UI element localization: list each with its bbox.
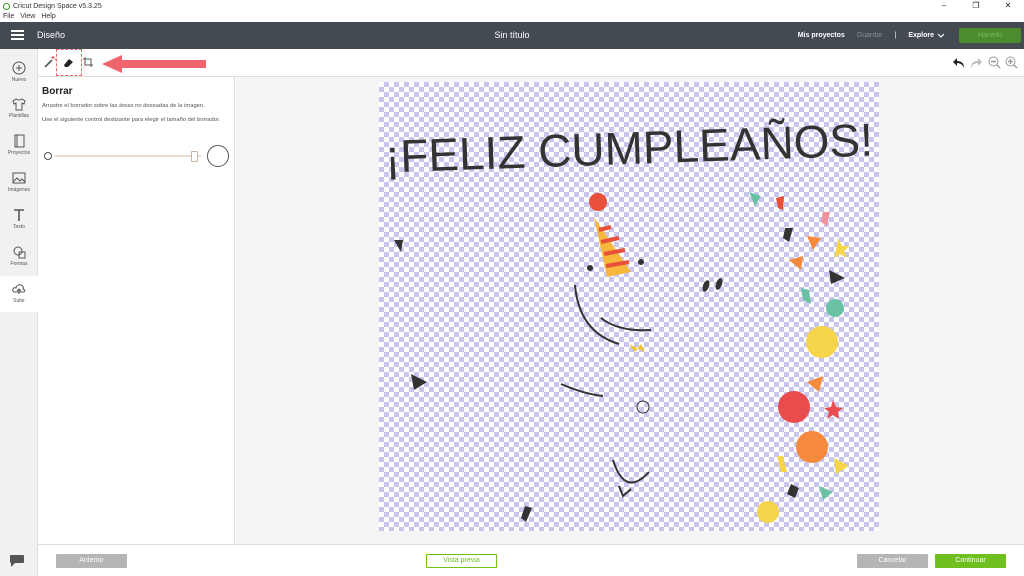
book-icon (14, 134, 25, 148)
sidebar-item-label: Proyectos (7, 150, 31, 156)
zoom-out-icon[interactable] (988, 56, 1001, 69)
my-projects-link[interactable]: Mis proyectos (798, 32, 845, 39)
header-separator: | (894, 32, 897, 39)
headline-text: ¡FELIZ CUMPLEAÑOS! (384, 113, 874, 182)
annotation-arrow-icon (102, 55, 206, 73)
eraser-panel: Borrar Arrastre el borrador sobre las ár… (38, 77, 235, 544)
redo-icon[interactable] (969, 57, 983, 69)
slider-track (55, 155, 201, 157)
zoom-in-icon[interactable] (1005, 56, 1018, 69)
menu-bar: File View Help (0, 12, 1024, 22)
small-size-icon (44, 152, 52, 160)
plus-circle-icon (12, 61, 26, 75)
minimize-button[interactable]: – (928, 0, 960, 12)
sidebar-item-label: Subir (13, 298, 25, 304)
cancel-button[interactable]: Cancelar (857, 554, 928, 568)
header-actions: Mis proyectos Guardar | Explore Hacerlo (798, 22, 1024, 49)
cricut-logo-icon (3, 2, 10, 10)
chevron-down-icon[interactable] (937, 33, 945, 39)
sidebar-item-formas[interactable]: Formas (0, 239, 38, 275)
window-title: Cricut Design Space v5.3.25 (13, 2, 102, 10)
sidebar-item-plantillas[interactable]: Plantillas (0, 91, 38, 127)
sidebar-item-proyectos[interactable]: Proyectos (0, 128, 38, 164)
text-icon (14, 209, 24, 221)
crop-icon[interactable] (82, 56, 94, 68)
eraser-instruction: Arrastre el borrador sobre las áreas no … (42, 103, 205, 109)
bottom-bar: Anterior Vista previa Cancelar Continuar (38, 544, 1024, 576)
eraser-icon (64, 59, 73, 67)
slider-handle[interactable] (191, 151, 199, 162)
sidebar-item-label: Imágenes (8, 187, 30, 193)
large-size-icon (207, 145, 229, 167)
image-canvas[interactable]: ¡FELIZ CUMPLEAÑOS! (379, 82, 879, 531)
menu-file[interactable]: File (3, 12, 14, 22)
shapes-icon (13, 246, 26, 259)
sidebar-item-label: Formas (10, 261, 28, 267)
make-it-button[interactable]: Hacerlo (959, 28, 1021, 43)
edit-toolbar (38, 49, 1024, 77)
sidebar-item-imagenes[interactable]: Imágenes (0, 165, 38, 201)
tshirt-icon (12, 98, 26, 111)
eraser-size-slider[interactable] (44, 145, 232, 167)
magic-wand-icon[interactable] (43, 55, 57, 69)
window-titlebar: Cricut Design Space v5.3.25 – ❐ ✕ (0, 0, 1024, 12)
sidebar-item-label: Texto (13, 224, 25, 230)
menu-help[interactable]: Help (41, 12, 55, 22)
image-icon (12, 172, 26, 184)
previous-button[interactable]: Anterior (56, 554, 127, 568)
app-header: Diseño Sin título Mis proyectos Guardar … (0, 22, 1024, 49)
birthday-illustration: ¡FELIZ CUMPLEAÑOS! (384, 113, 874, 523)
sidebar-item-texto[interactable]: Texto (0, 202, 38, 238)
save-button[interactable]: Guardar (857, 32, 883, 39)
preview-button[interactable]: Vista previa (426, 554, 497, 568)
eraser-tool-selected[interactable] (56, 49, 82, 76)
sidebar-item-label: Plantillas (8, 113, 29, 119)
upload-cloud-icon (12, 284, 26, 294)
party-hat-icon (594, 217, 631, 277)
sidebar-item-nuevo[interactable]: Nuevo (0, 55, 38, 91)
undo-icon[interactable] (952, 57, 966, 69)
chat-icon[interactable] (9, 554, 25, 568)
sidebar-item-subir[interactable]: Subir (0, 276, 38, 312)
maximize-button[interactable]: ❐ (960, 0, 992, 12)
eraser-size-instruction: Use el siguiente control deslizante para… (42, 117, 221, 123)
menu-view[interactable]: View (20, 12, 35, 22)
sidebar-item-label: Nuevo (11, 77, 27, 83)
left-sidebar: Nuevo Plantillas Proyectos Imágenes Text… (0, 49, 38, 576)
window-controls: – ❐ ✕ (928, 0, 1024, 12)
close-button[interactable]: ✕ (992, 0, 1024, 12)
panel-title: Borrar (42, 86, 73, 97)
explore-dropdown[interactable]: Explore (908, 32, 934, 39)
pompom-icon (589, 193, 607, 211)
continue-button[interactable]: Continuar (935, 554, 1006, 568)
